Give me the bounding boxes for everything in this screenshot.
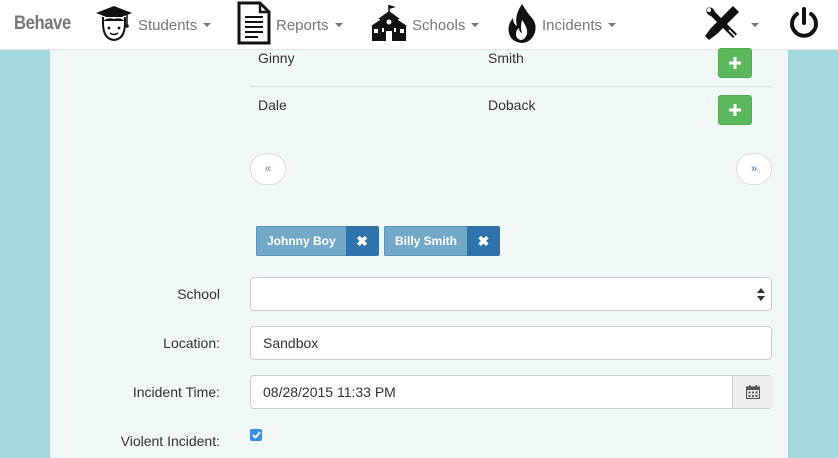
plus-icon: [729, 57, 741, 69]
location-input-value: Sandbox: [263, 335, 319, 351]
fire-icon: [506, 2, 538, 48]
schoolhouse-icon: [370, 3, 408, 47]
tag-label: Johnny Boy: [256, 226, 346, 256]
plus-icon: [729, 104, 741, 116]
chevron-down-icon: [751, 23, 759, 27]
remove-tag-button[interactable]: ✖: [345, 226, 379, 256]
remove-tag-button[interactable]: ✖: [467, 226, 501, 256]
incident-time-value: 08/28/2015 11:33 PM: [263, 384, 396, 400]
document-icon: [236, 1, 272, 49]
navbar: Behave Students Reports Schools Incident…: [0, 0, 838, 50]
checkmark-icon: [251, 431, 261, 439]
chevron-down-icon: [608, 23, 617, 27]
selected-student-tag: Johnny Boy ✖: [256, 226, 379, 256]
school-select[interactable]: [250, 277, 772, 311]
pagination-prev[interactable]: «: [250, 153, 286, 185]
calendar-button[interactable]: [732, 376, 773, 408]
nav-schools[interactable]: Schools: [370, 0, 480, 50]
first-name-cell: Ginny: [258, 50, 295, 66]
chevron-down-icon: [334, 23, 343, 27]
pagination-next[interactable]: »: [736, 153, 772, 185]
violent-incident-checkbox[interactable]: [250, 429, 262, 441]
add-student-button[interactable]: [718, 95, 752, 125]
power-icon: [787, 6, 821, 44]
nav-incidents-label: Incidents: [542, 16, 603, 34]
row-divider: [250, 86, 772, 87]
graduation-cap-icon: [94, 3, 134, 47]
nav-reports-label: Reports: [276, 16, 329, 34]
add-student-button[interactable]: [718, 48, 752, 78]
nav-schools-label: Schools: [412, 16, 466, 34]
tag-label: Billy Smith: [384, 226, 468, 256]
school-label: School: [177, 286, 220, 302]
select-arrows-icon: [757, 288, 765, 301]
selected-student-tag: Billy Smith ✖: [384, 226, 501, 256]
violent-incident-label: Violent Incident:: [120, 433, 220, 449]
chevron-down-icon: [471, 23, 480, 27]
tools-icon: [703, 4, 741, 46]
location-input[interactable]: Sandbox: [250, 326, 772, 360]
nav-students[interactable]: Students: [94, 0, 212, 50]
incident-time-label: Incident Time:: [132, 384, 220, 400]
nav-reports[interactable]: Reports: [236, 0, 343, 50]
last-name-cell: Smith: [488, 50, 524, 66]
brand-logo[interactable]: Behave: [14, 13, 71, 35]
first-name-cell: Dale: [258, 97, 287, 113]
calendar-icon: [746, 385, 760, 399]
power-button[interactable]: [787, 0, 821, 50]
nav-settings[interactable]: [703, 0, 759, 50]
incident-time-input[interactable]: 08/28/2015 11:33 PM: [250, 375, 772, 409]
nav-incidents[interactable]: Incidents: [506, 0, 617, 50]
nav-students-label: Students: [138, 16, 198, 34]
chevron-down-icon: [203, 23, 212, 27]
location-label: Location:: [163, 335, 220, 351]
last-name-cell: Doback: [488, 97, 536, 113]
